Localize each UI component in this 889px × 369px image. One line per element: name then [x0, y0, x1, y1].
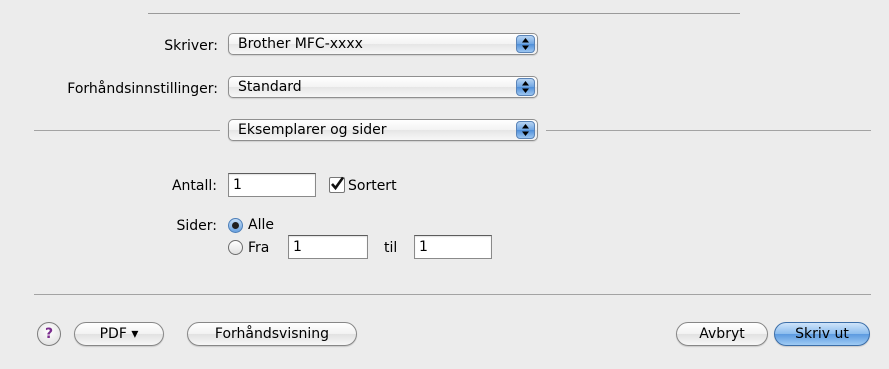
printer-value: Brother MFC-xxxx: [238, 36, 363, 52]
presets-label: Forhåndsinnstillinger:: [67, 81, 218, 97]
pdf-button[interactable]: PDF ▾: [74, 322, 164, 346]
sheet-top-edge: [148, 0, 740, 14]
pages-to-field[interactable]: 1: [414, 235, 492, 259]
pages-all-radio[interactable]: [228, 218, 243, 233]
pages-from-value: 1: [293, 239, 302, 255]
cancel-button[interactable]: Avbryt: [676, 322, 768, 346]
copies-label: Antall:: [171, 178, 217, 194]
separator-right: [546, 130, 871, 131]
popup-arrows-icon: [516, 35, 535, 53]
presets-value: Standard: [238, 79, 302, 95]
pages-from-field[interactable]: 1: [288, 235, 368, 259]
pages-to-label: til: [384, 240, 398, 256]
copies-field[interactable]: 1: [228, 173, 316, 197]
pages-label: Sider:: [176, 218, 217, 234]
printer-label: Skriver:: [164, 38, 218, 54]
pages-all-label: Alle: [248, 217, 274, 233]
popup-arrows-icon: [516, 78, 535, 96]
copies-value: 1: [233, 177, 242, 193]
presets-popup[interactable]: Standard: [228, 76, 538, 98]
popup-arrows-icon: [516, 121, 535, 139]
collated-checkbox[interactable]: [329, 176, 345, 193]
checkmark-icon: [331, 176, 345, 191]
help-button[interactable]: ?: [37, 322, 61, 346]
radio-dot-icon: [232, 222, 239, 229]
printer-popup[interactable]: Brother MFC-xxxx: [228, 33, 538, 55]
preview-button[interactable]: Forhåndsvisning: [187, 322, 357, 346]
collated-label: Sortert: [348, 178, 397, 194]
section-popup[interactable]: Eksemplarer og sider: [228, 119, 538, 141]
section-value: Eksemplarer og sider: [238, 122, 387, 138]
pages-from-label: Fra: [248, 240, 270, 256]
pages-to-value: 1: [419, 239, 428, 255]
print-button[interactable]: Skriv ut: [774, 322, 870, 346]
pages-from-radio[interactable]: [228, 240, 243, 255]
separator-left: [34, 130, 220, 131]
footer-separator: [34, 294, 871, 295]
